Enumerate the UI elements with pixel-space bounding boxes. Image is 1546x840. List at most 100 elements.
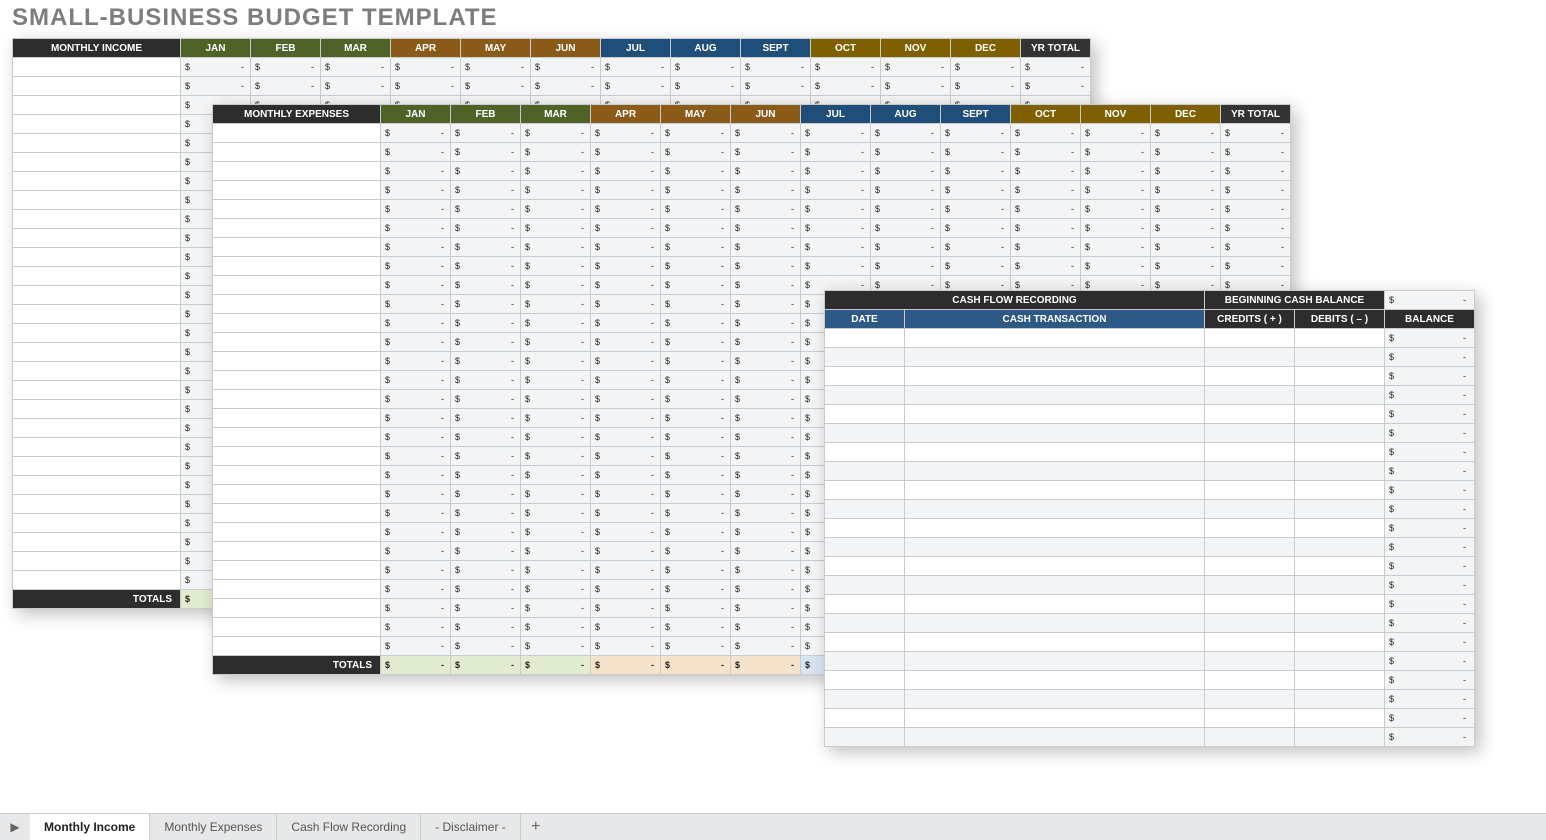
value-cell[interactable]: [381, 504, 451, 523]
cf-credit-cell[interactable]: [1205, 329, 1295, 348]
value-cell[interactable]: [941, 124, 1011, 143]
cf-debit-cell[interactable]: [1295, 576, 1385, 595]
value-cell[interactable]: [731, 276, 801, 295]
value-cell[interactable]: [461, 58, 531, 77]
row-label[interactable]: [13, 514, 181, 533]
cf-transaction-cell[interactable]: [905, 519, 1205, 538]
value-cell[interactable]: [661, 523, 731, 542]
value-cell[interactable]: [591, 162, 661, 181]
row-label[interactable]: [13, 457, 181, 476]
value-cell[interactable]: [591, 238, 661, 257]
cf-date-cell[interactable]: [825, 462, 905, 481]
value-cell[interactable]: [661, 409, 731, 428]
value-cell[interactable]: [1151, 181, 1221, 200]
value-cell[interactable]: [941, 181, 1011, 200]
cf-transaction-cell[interactable]: [905, 405, 1205, 424]
yr-total-cell[interactable]: [1221, 181, 1291, 200]
value-cell[interactable]: [521, 371, 591, 390]
value-cell[interactable]: [381, 466, 451, 485]
row-label[interactable]: [213, 637, 381, 656]
cf-date-cell[interactable]: [825, 405, 905, 424]
cf-credit-cell[interactable]: [1205, 348, 1295, 367]
worksheet-tab[interactable]: Monthly Expenses: [150, 814, 277, 840]
cf-date-cell[interactable]: [825, 671, 905, 690]
row-label[interactable]: [13, 362, 181, 381]
cf-date-cell[interactable]: [825, 367, 905, 386]
cf-date-cell[interactable]: [825, 443, 905, 462]
cf-credit-cell[interactable]: [1205, 671, 1295, 690]
value-cell[interactable]: [661, 257, 731, 276]
value-cell[interactable]: [661, 618, 731, 637]
row-label[interactable]: [13, 495, 181, 514]
value-cell[interactable]: [451, 637, 521, 656]
cf-balance-cell[interactable]: [1385, 576, 1475, 595]
cf-date-cell[interactable]: [825, 690, 905, 709]
cf-debit-cell[interactable]: [1295, 652, 1385, 671]
cf-debit-cell[interactable]: [1295, 538, 1385, 557]
beginning-balance-value[interactable]: [1385, 291, 1475, 310]
value-cell[interactable]: [741, 77, 811, 96]
row-label[interactable]: [13, 267, 181, 286]
value-cell[interactable]: [871, 162, 941, 181]
cf-date-cell[interactable]: [825, 481, 905, 500]
value-cell[interactable]: [661, 200, 731, 219]
value-cell[interactable]: [731, 124, 801, 143]
cf-debit-cell[interactable]: [1295, 500, 1385, 519]
value-cell[interactable]: [731, 523, 801, 542]
value-cell[interactable]: [521, 428, 591, 447]
value-cell[interactable]: [381, 314, 451, 333]
value-cell[interactable]: [731, 485, 801, 504]
value-cell[interactable]: [451, 618, 521, 637]
value-cell[interactable]: [591, 580, 661, 599]
value-cell[interactable]: [321, 77, 391, 96]
cf-balance-cell[interactable]: [1385, 557, 1475, 576]
cf-date-cell[interactable]: [825, 329, 905, 348]
value-cell[interactable]: [661, 219, 731, 238]
value-cell[interactable]: [521, 409, 591, 428]
value-cell[interactable]: [381, 124, 451, 143]
cf-debit-cell[interactable]: [1295, 367, 1385, 386]
value-cell[interactable]: [801, 219, 871, 238]
value-cell[interactable]: [661, 314, 731, 333]
value-cell[interactable]: [661, 295, 731, 314]
value-cell[interactable]: [1151, 143, 1221, 162]
value-cell[interactable]: [451, 276, 521, 295]
cf-balance-cell[interactable]: [1385, 329, 1475, 348]
row-label[interactable]: [213, 200, 381, 219]
value-cell[interactable]: [521, 447, 591, 466]
cf-date-cell[interactable]: [825, 424, 905, 443]
row-label[interactable]: [213, 162, 381, 181]
value-cell[interactable]: [601, 58, 671, 77]
value-cell[interactable]: [591, 428, 661, 447]
value-cell[interactable]: [871, 124, 941, 143]
cf-date-cell[interactable]: [825, 652, 905, 671]
cf-date-cell[interactable]: [825, 519, 905, 538]
value-cell[interactable]: [521, 542, 591, 561]
row-label[interactable]: [13, 210, 181, 229]
value-cell[interactable]: [1011, 181, 1081, 200]
value-cell[interactable]: [601, 77, 671, 96]
value-cell[interactable]: [1011, 238, 1081, 257]
value-cell[interactable]: [661, 333, 731, 352]
row-label[interactable]: [213, 409, 381, 428]
row-label[interactable]: [213, 257, 381, 276]
value-cell[interactable]: [591, 371, 661, 390]
cf-transaction-cell[interactable]: [905, 709, 1205, 728]
value-cell[interactable]: [801, 181, 871, 200]
cf-credit-cell[interactable]: [1205, 709, 1295, 728]
row-label[interactable]: [13, 400, 181, 419]
value-cell[interactable]: [451, 352, 521, 371]
value-cell[interactable]: [871, 143, 941, 162]
row-label[interactable]: [213, 561, 381, 580]
cf-balance-cell[interactable]: [1385, 519, 1475, 538]
value-cell[interactable]: [811, 58, 881, 77]
value-cell[interactable]: [801, 124, 871, 143]
cf-debit-cell[interactable]: [1295, 424, 1385, 443]
row-label[interactable]: [213, 523, 381, 542]
value-cell[interactable]: [381, 485, 451, 504]
value-cell[interactable]: [451, 599, 521, 618]
cf-transaction-cell[interactable]: [905, 367, 1205, 386]
value-cell[interactable]: [451, 371, 521, 390]
value-cell[interactable]: [591, 523, 661, 542]
value-cell[interactable]: [661, 447, 731, 466]
